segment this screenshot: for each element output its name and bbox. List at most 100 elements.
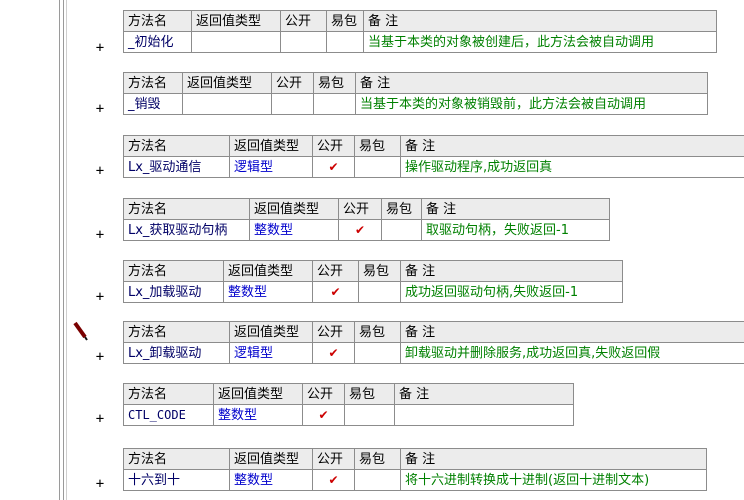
table-header-row: 方法名 返回值类型 公开 易包 备 注 (123, 448, 707, 470)
header-easy-pack: 易包 (381, 198, 422, 220)
method-name[interactable]: Lx_驱动通信 (123, 156, 230, 178)
header-public: 公开 (312, 321, 355, 343)
easy-pack-cell[interactable] (381, 219, 422, 241)
header-remark: 备 注 (400, 321, 744, 343)
method-row[interactable]: 十六到十 整数型 ✔ 将十六进制转换成十进制(返回十进制文本) (123, 469, 707, 491)
table-header-row: 方法名 返回值类型 公开 易包 备 注 (123, 198, 610, 220)
header-method: 方法名 (123, 198, 250, 220)
method-row[interactable]: Lx_获取驱动句柄 整数型 ✔ 取驱动句柄，失败返回-1 (123, 219, 610, 241)
method-return-type[interactable]: 整数型 (213, 404, 303, 426)
public-cell[interactable]: ✔ (312, 469, 355, 491)
header-method: 方法名 (123, 321, 230, 343)
header-return-type: 返回值类型 (223, 260, 313, 282)
header-return-type: 返回值类型 (182, 72, 272, 94)
easy-pack-cell[interactable] (358, 281, 401, 303)
header-easy-pack: 易包 (354, 135, 401, 157)
method-return-type[interactable]: 逻辑型 (229, 342, 313, 364)
header-public: 公开 (312, 260, 359, 282)
check-icon: ✔ (328, 472, 339, 487)
header-public: 公开 (280, 10, 327, 32)
easy-pack-cell[interactable] (354, 156, 401, 178)
public-cell[interactable]: ✔ (312, 156, 355, 178)
method-table: 方法名 返回值类型 公开 易包 备 注 Lx_驱动通信 逻辑型 ✔ 操作驱动程序… (123, 135, 744, 178)
method-return-type[interactable] (191, 31, 281, 53)
header-return-type: 返回值类型 (229, 448, 313, 470)
public-cell[interactable]: ✔ (338, 219, 382, 241)
table-header-row: 方法名 返回值类型 公开 易包 备 注 (123, 321, 744, 343)
check-icon: ✔ (354, 222, 366, 237)
method-remark[interactable]: 取驱动句柄，失败返回-1 (421, 219, 610, 241)
method-name[interactable]: _初始化 (123, 31, 192, 53)
method-row[interactable]: CTL_CODE 整数型 ✔ (123, 404, 574, 426)
method-name[interactable]: CTL_CODE (123, 404, 214, 426)
header-return-type: 返回值类型 (191, 10, 281, 32)
header-easy-pack: 易包 (326, 10, 364, 32)
public-cell[interactable]: ✔ (302, 404, 345, 426)
header-remark: 备 注 (363, 10, 717, 32)
check-icon: ✔ (330, 284, 341, 299)
method-table: 方法名 返回值类型 公开 易包 备 注 十六到十 整数型 ✔ 将十六进制转换成十… (123, 448, 707, 491)
check-icon: ✔ (328, 345, 339, 360)
method-row[interactable]: _初始化 当基于本类的对象被创建后，此方法会被自动调用 (123, 31, 717, 53)
method-remark[interactable]: 成功返回驱动句柄,失败返回-1 (400, 281, 623, 303)
header-method: 方法名 (123, 448, 230, 470)
method-remark[interactable] (394, 404, 574, 426)
method-remark[interactable]: 卸载驱动并删除服务,成功返回真,失败返回假 (400, 342, 744, 364)
method-row[interactable]: Lx_卸载驱动 逻辑型 ✔ 卸载驱动并删除服务,成功返回真,失败返回假 (123, 342, 744, 364)
gutter-line (63, 0, 64, 500)
header-public: 公开 (271, 72, 314, 94)
header-method: 方法名 (123, 383, 214, 405)
method-return-type[interactable]: 逻辑型 (229, 156, 313, 178)
public-cell[interactable]: ✔ (312, 342, 355, 364)
method-remark[interactable]: 当基于本类的对象被创建后，此方法会被自动调用 (363, 31, 717, 53)
header-return-type: 返回值类型 (213, 383, 303, 405)
method-row[interactable]: Lx_驱动通信 逻辑型 ✔ 操作驱动程序,成功返回真 (123, 156, 744, 178)
method-row[interactable]: _销毁 当基于本类的对象被销毁前，此方法会被自动调用 (123, 93, 708, 115)
expand-icon[interactable]: + (93, 227, 107, 243)
easy-pack-cell[interactable] (326, 31, 364, 53)
header-remark: 备 注 (421, 198, 610, 220)
method-table: 方法名 返回值类型 公开 易包 备 注 _销毁 当基于本类的对象被销毁前，此方法… (123, 72, 708, 115)
expand-icon[interactable]: + (93, 349, 107, 365)
expand-icon[interactable]: + (93, 289, 107, 305)
header-public: 公开 (302, 383, 345, 405)
expand-icon[interactable]: + (93, 163, 107, 179)
method-remark[interactable]: 将十六进制转换成十进制(返回十进制文本) (400, 469, 707, 491)
easy-pack-cell[interactable] (344, 404, 395, 426)
method-name[interactable]: Lx_加载驱动 (123, 281, 224, 303)
header-easy-pack: 易包 (344, 383, 395, 405)
header-public: 公开 (338, 198, 382, 220)
easy-pack-cell[interactable] (354, 342, 401, 364)
method-remark[interactable]: 当基于本类的对象被销毁前，此方法会被自动调用 (355, 93, 708, 115)
method-name[interactable]: Lx_获取驱动句柄 (123, 219, 250, 241)
public-cell[interactable] (280, 31, 327, 53)
method-table: 方法名 返回值类型 公开 易包 备 注 Lx_加载驱动 整数型 ✔ 成功返回驱动… (123, 260, 623, 303)
method-name[interactable]: _销毁 (123, 93, 183, 115)
check-icon: ✔ (318, 407, 329, 422)
header-remark: 备 注 (400, 260, 623, 282)
header-remark: 备 注 (400, 448, 707, 470)
public-cell[interactable]: ✔ (312, 281, 359, 303)
expand-icon[interactable]: + (93, 101, 107, 117)
table-header-row: 方法名 返回值类型 公开 易包 备 注 (123, 135, 744, 157)
method-remark[interactable]: 操作驱动程序,成功返回真 (400, 156, 744, 178)
method-table: 方法名 返回值类型 公开 易包 备 注 Lx_卸载驱动 逻辑型 ✔ 卸载驱动并删… (123, 321, 744, 364)
method-return-type[interactable] (182, 93, 272, 115)
header-method: 方法名 (123, 10, 192, 32)
table-header-row: 方法名 返回值类型 公开 易包 备 注 (123, 72, 708, 94)
method-return-type[interactable]: 整数型 (249, 219, 339, 241)
method-name[interactable]: Lx_卸载驱动 (123, 342, 230, 364)
easy-pack-cell[interactable] (354, 469, 401, 491)
expand-icon[interactable]: + (93, 411, 107, 427)
method-return-type[interactable]: 整数型 (223, 281, 313, 303)
method-return-type[interactable]: 整数型 (229, 469, 313, 491)
easy-pack-cell[interactable] (313, 93, 356, 115)
method-name[interactable]: 十六到十 (123, 469, 230, 491)
header-public: 公开 (312, 448, 355, 470)
expand-icon[interactable]: + (93, 40, 107, 56)
expand-icon[interactable]: + (93, 476, 107, 492)
check-icon: ✔ (328, 159, 339, 174)
method-row[interactable]: Lx_加载驱动 整数型 ✔ 成功返回驱动句柄,失败返回-1 (123, 281, 623, 303)
public-cell[interactable] (271, 93, 314, 115)
header-return-type: 返回值类型 (249, 198, 339, 220)
